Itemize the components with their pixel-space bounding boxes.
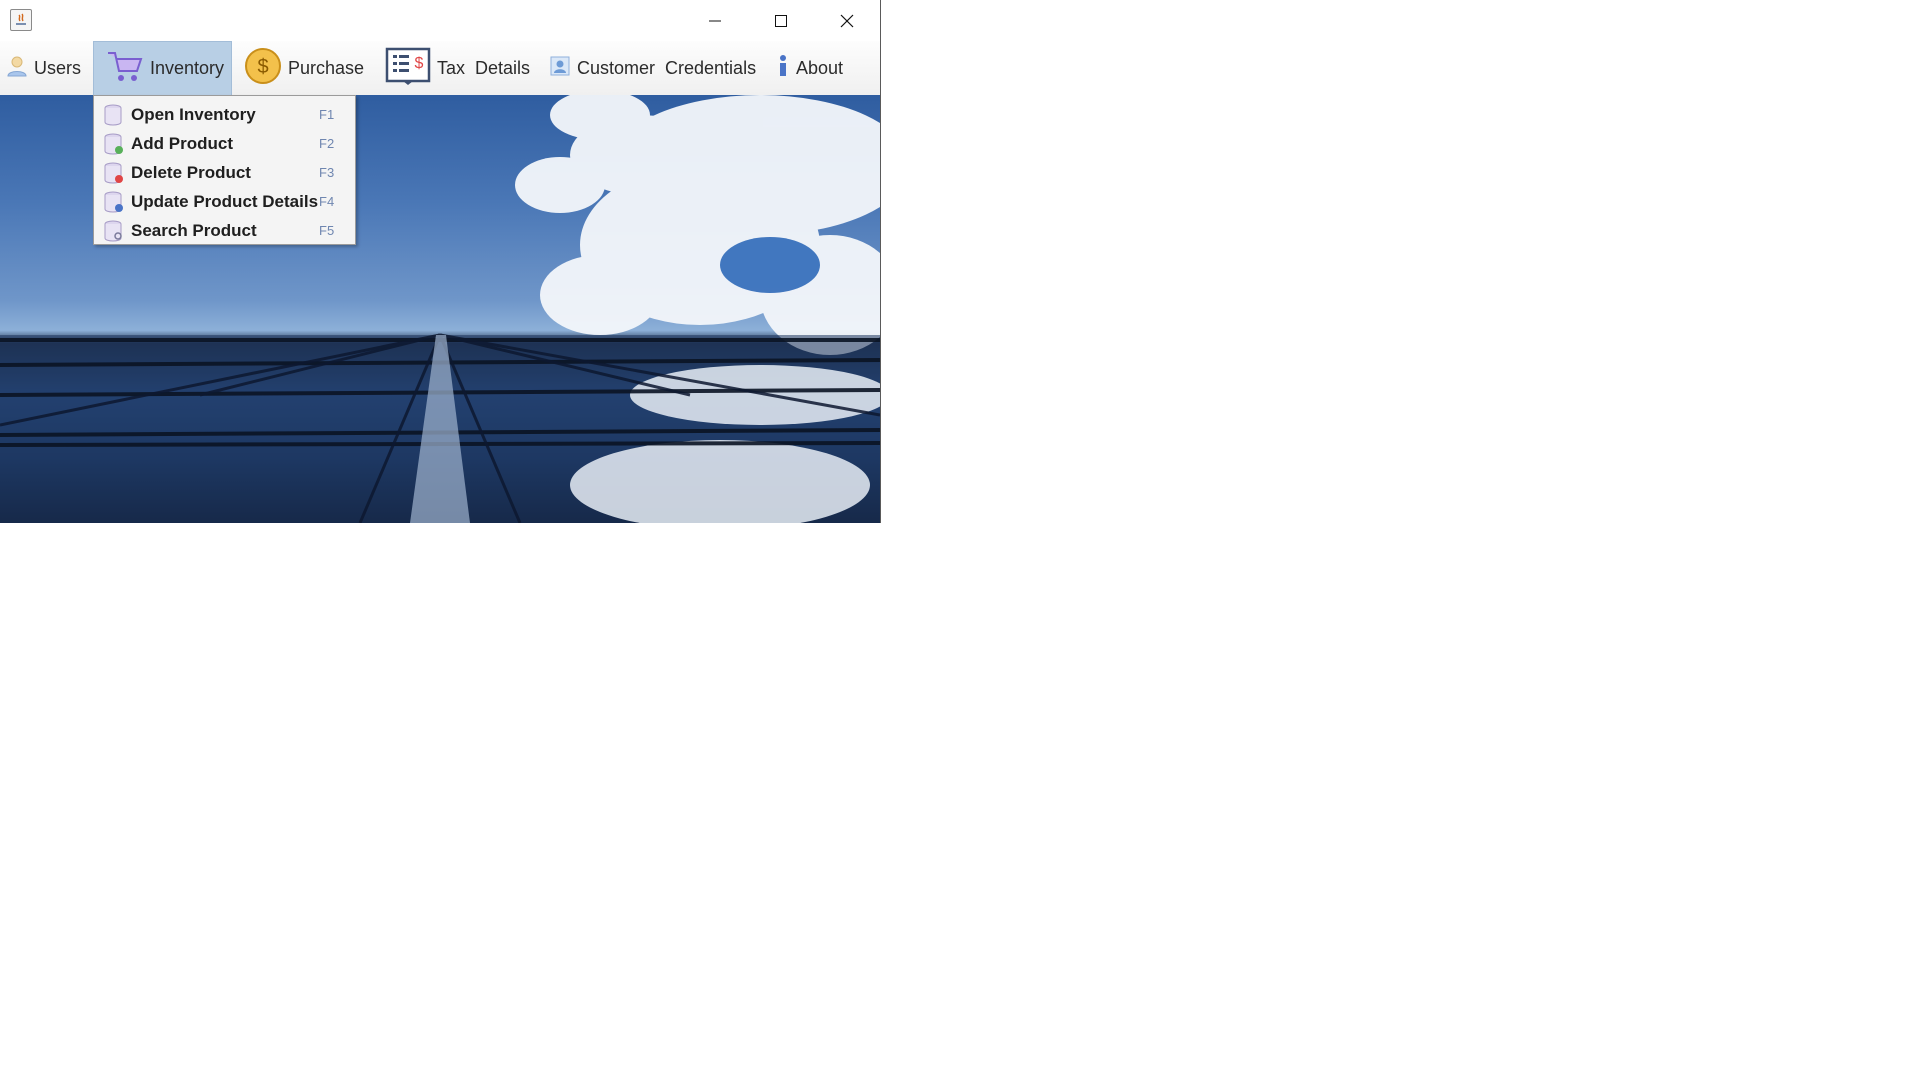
menu-tax-details[interactable]: $ Tax Details: [385, 41, 530, 95]
accelerator-f2: F2: [319, 136, 335, 151]
clouds: [515, 95, 880, 355]
user-icon: [6, 55, 28, 82]
menu-about-label: About: [796, 57, 844, 78]
maximize-button[interactable]: [748, 0, 814, 41]
tax-document-icon: $: [385, 46, 431, 91]
menu-bar: Users Inventory $ Purchase $ Tax Details…: [0, 41, 880, 96]
title-bar[interactable]: [0, 0, 880, 41]
accelerator-f1: F1: [319, 107, 335, 122]
menu-about[interactable]: About: [776, 41, 843, 95]
menu-item-update-product-details-label: Update Product Details: [131, 192, 319, 211]
close-button[interactable]: [814, 0, 880, 41]
menu-tax-details-label: Tax Details: [437, 57, 531, 78]
svg-text:$: $: [415, 55, 424, 72]
database-search-icon: [104, 220, 124, 247]
database-delete-icon: [104, 162, 124, 189]
menu-item-delete-product-label: Delete Product: [131, 163, 251, 182]
menu-item-open-inventory[interactable]: Open Inventory F1: [94, 100, 355, 129]
menu-purchase[interactable]: $ Purchase: [244, 41, 364, 95]
contact-card-icon: [549, 55, 571, 82]
menu-inventory-label: Inventory: [150, 58, 225, 78]
menu-item-search-product-label: Search Product: [131, 221, 257, 240]
java-app-icon: [10, 9, 32, 31]
menu-item-update-product-details[interactable]: Update Product Details F4: [94, 187, 355, 216]
menu-item-add-product[interactable]: Add Product F2: [94, 129, 355, 158]
menu-users[interactable]: Users: [6, 41, 81, 95]
menu-users-label: Users: [34, 57, 82, 78]
menu-customer-credentials[interactable]: Customer Credentials: [549, 41, 756, 95]
cart-icon: [106, 49, 144, 88]
accelerator-f5: F5: [319, 223, 335, 238]
inventory-dropdown-menu: Open Inventory F1 Add Product F2 Delete …: [93, 95, 356, 245]
menu-item-search-product[interactable]: Search Product F5: [94, 216, 355, 245]
database-icon: [104, 104, 122, 131]
accelerator-f4: F4: [319, 194, 335, 209]
menu-item-delete-product[interactable]: Delete Product F3: [94, 158, 355, 187]
svg-text:$: $: [257, 56, 268, 78]
database-add-icon: [104, 133, 124, 160]
menu-customer-credentials-label: Customer Credentials: [577, 57, 757, 78]
menu-inventory[interactable]: Inventory: [93, 41, 232, 95]
dollar-coin-icon: $: [244, 47, 282, 90]
menu-item-open-inventory-label: Open Inventory: [131, 105, 256, 124]
accelerator-f3: F3: [319, 165, 335, 180]
database-edit-icon: [104, 191, 124, 218]
menu-purchase-label: Purchase: [288, 57, 365, 78]
info-icon: [776, 54, 790, 83]
minimize-button[interactable]: [682, 0, 748, 41]
app-window: Users Inventory $ Purchase $ Tax Details…: [0, 0, 881, 523]
menu-item-add-product-label: Add Product: [131, 134, 233, 153]
